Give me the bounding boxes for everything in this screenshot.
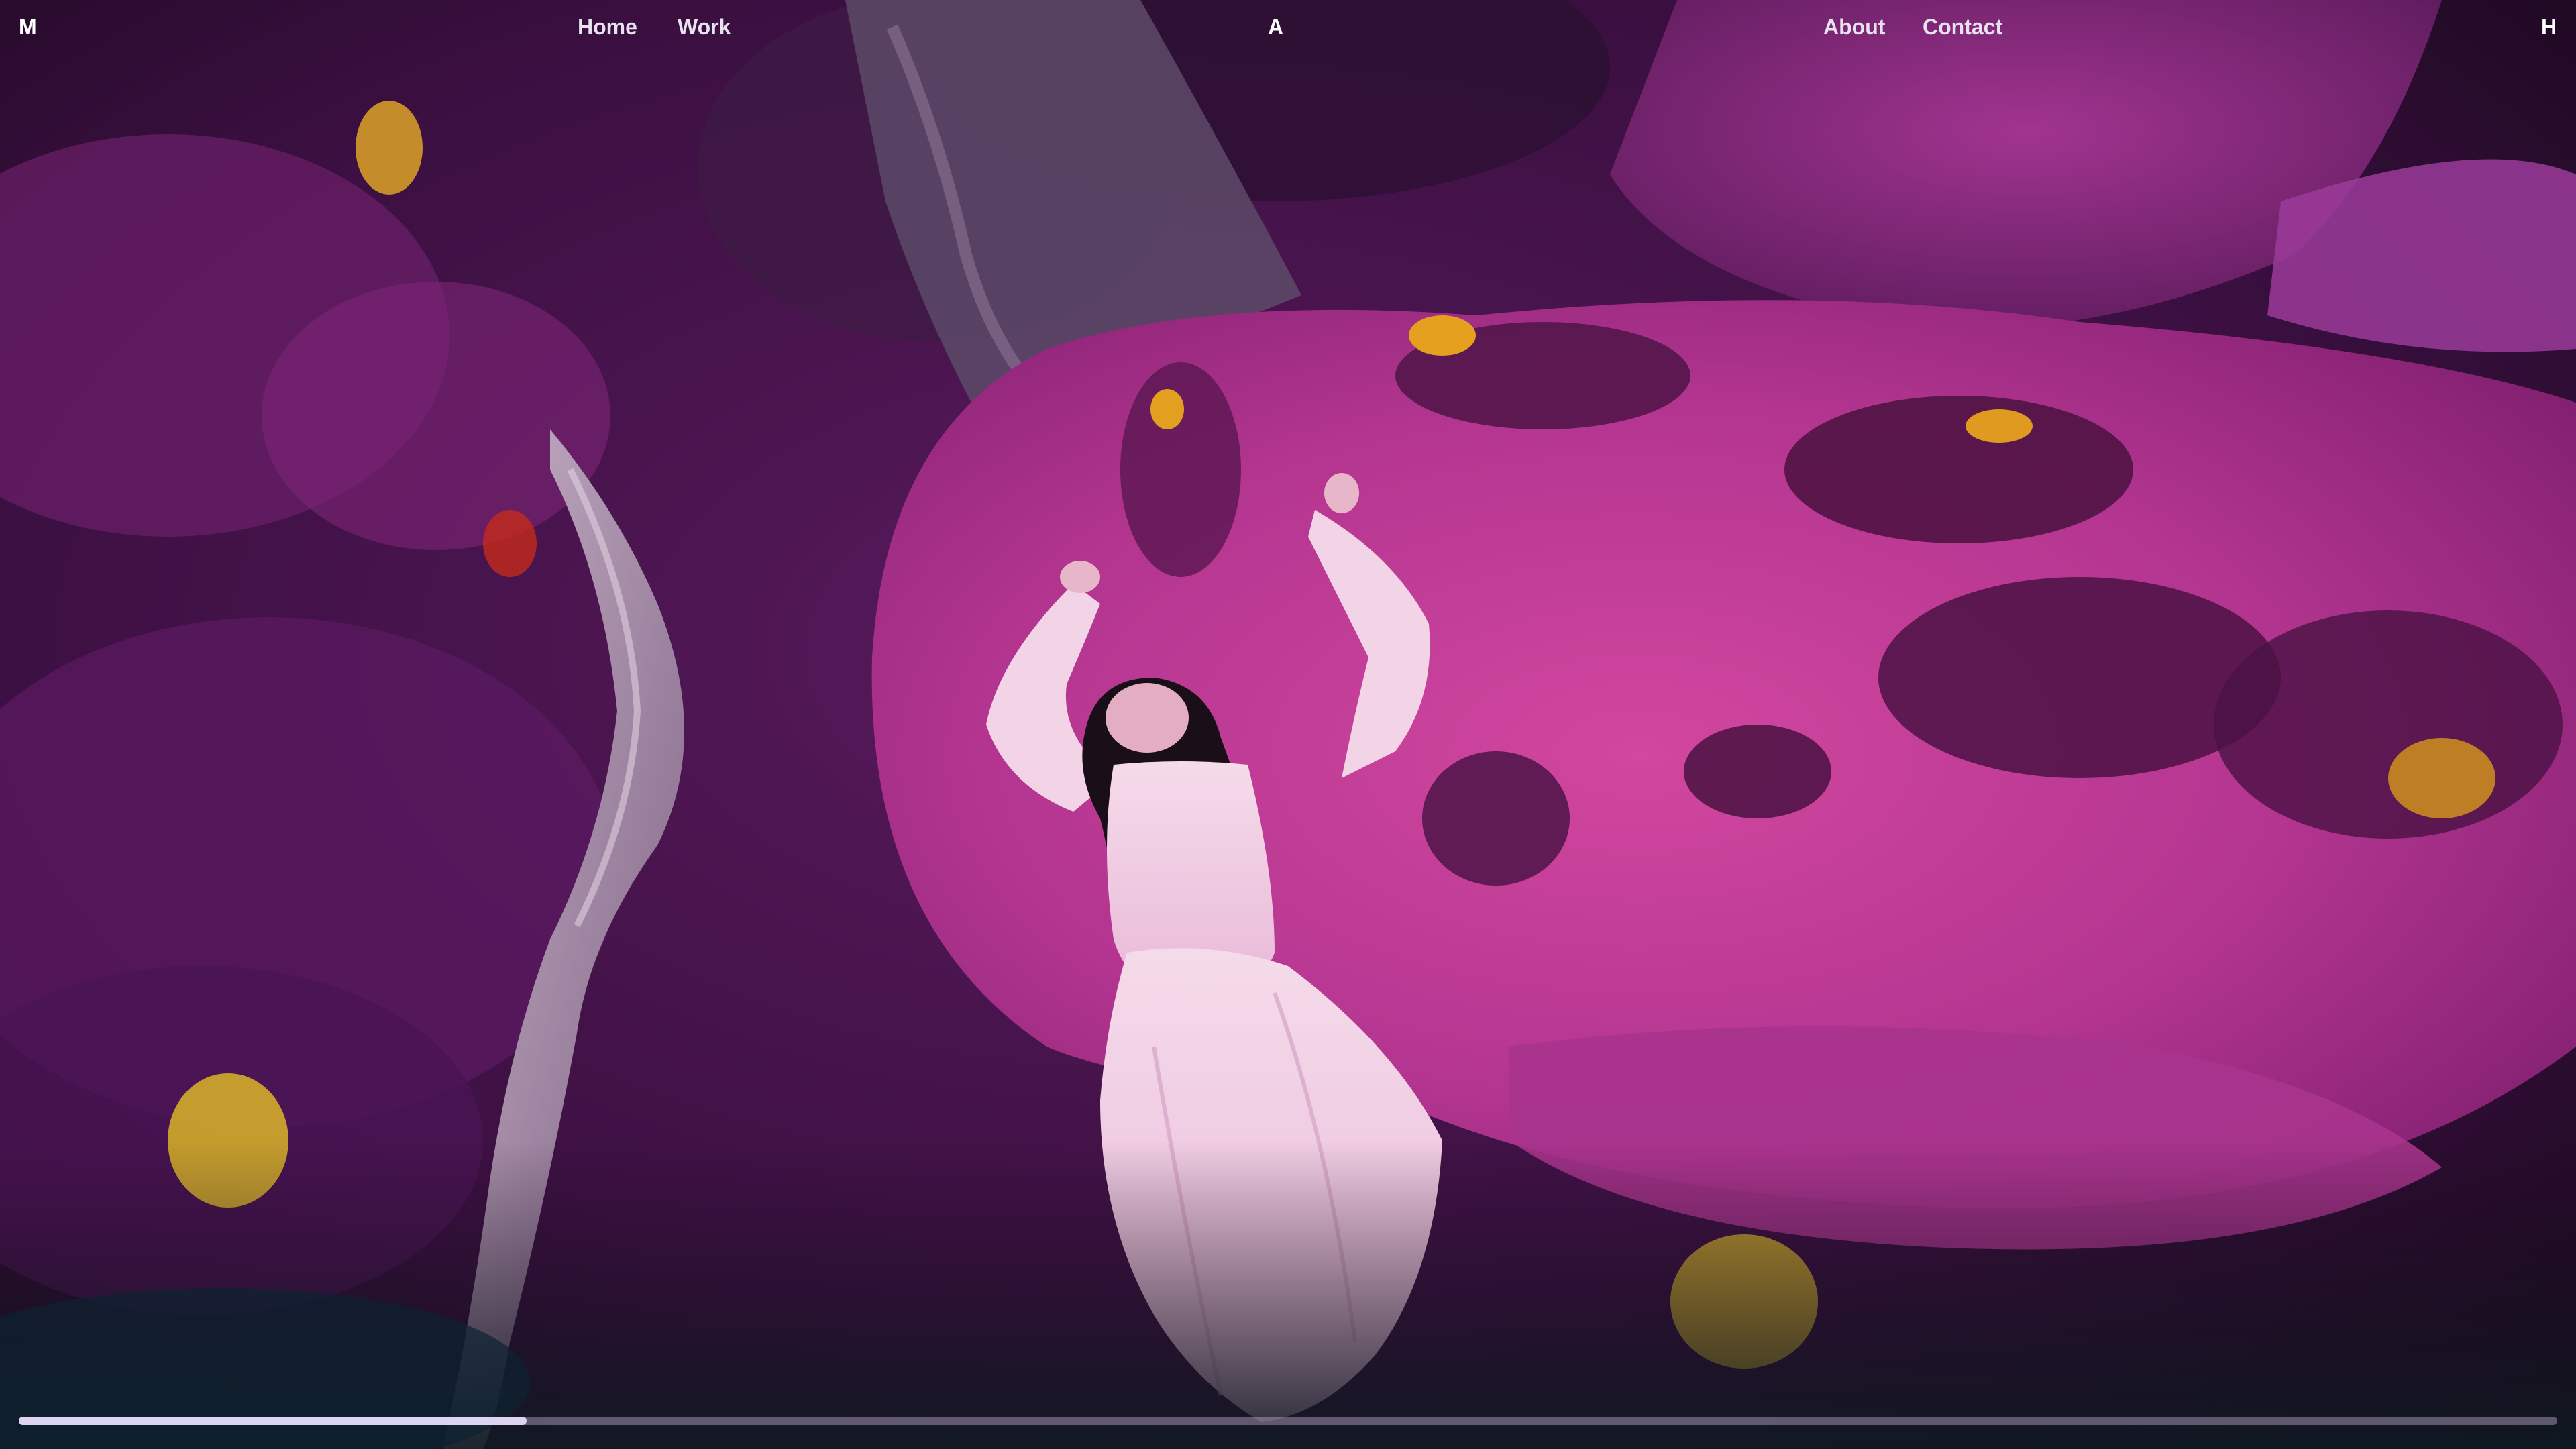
- nav-contact-link[interactable]: Contact: [1923, 15, 2002, 40]
- video-progress-fill: [19, 1417, 527, 1425]
- logo-h-link[interactable]: H: [2541, 15, 2557, 40]
- nav-about-link[interactable]: About: [1823, 15, 1885, 40]
- logo-a-link[interactable]: A: [1268, 15, 1283, 40]
- page: M Home Work A About Contact H: [0, 0, 2576, 1449]
- nav-work-link[interactable]: Work: [678, 15, 731, 40]
- nav-home-link[interactable]: Home: [578, 15, 637, 40]
- hero-video[interactable]: [0, 0, 2576, 1449]
- video-progress-bar[interactable]: [19, 1417, 2557, 1425]
- logo-m-link[interactable]: M: [19, 15, 37, 40]
- hero-scene-illustration: [0, 0, 2576, 1449]
- top-nav: M Home Work A About Contact H: [0, 0, 2576, 60]
